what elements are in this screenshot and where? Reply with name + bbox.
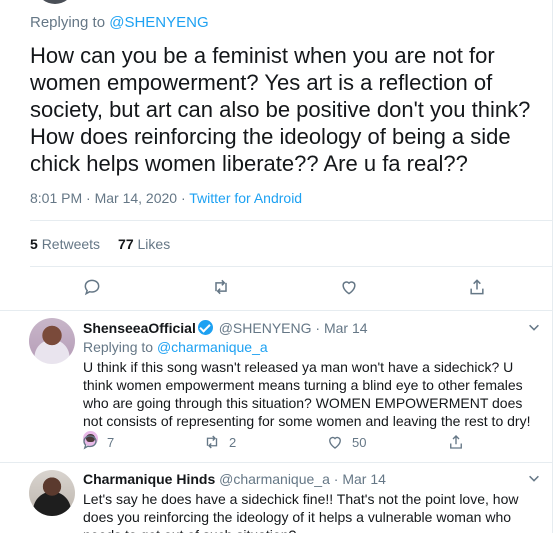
divider — [0, 310, 552, 311]
reply-button[interactable] — [81, 276, 103, 298]
divider — [0, 462, 552, 463]
tweet-text: How can you be a feminist when you are n… — [30, 43, 531, 176]
tweet-stats: 5 Retweets 77 Likes — [30, 236, 170, 252]
retweet-icon — [206, 435, 218, 449]
reply-icon — [84, 279, 100, 296]
retweet-button[interactable] — [210, 276, 232, 298]
like-count: 50 — [352, 434, 367, 450]
reply-button[interactable]: 7 — [81, 433, 114, 451]
replying-prefix: Replying to — [30, 14, 106, 31]
tweet-source-link[interactable]: Twitter for Android — [189, 190, 302, 206]
share-button[interactable] — [447, 433, 473, 451]
avatar[interactable] — [29, 318, 75, 364]
reply-text: Let's say he does have a sidechick fine!… — [83, 491, 519, 533]
like-button[interactable] — [338, 276, 360, 298]
retweets-count: 5 — [30, 236, 38, 252]
reply-icon — [83, 435, 97, 450]
divider — [30, 220, 552, 221]
reply-author-handle[interactable]: @SHENYENG — [219, 320, 312, 336]
like-button[interactable]: 50 — [326, 433, 366, 451]
retweets-label: Retweets — [41, 236, 101, 252]
replying-to-line: Replying to @SHENYENG — [30, 14, 209, 31]
like-icon — [342, 281, 356, 295]
retweets-stat[interactable]: 5 Retweets — [30, 236, 100, 252]
tweet-timestamp[interactable]: 8:01 PM · Mar 14, 2020 · — [30, 190, 189, 206]
retweet-button[interactable]: 2 — [203, 433, 236, 451]
replying-handle-link[interactable]: @SHENYENG — [109, 14, 208, 31]
share-icon — [470, 279, 484, 295]
reply-header: Charmanique Hinds @charmanique_a · Mar 1… — [83, 471, 386, 487]
more-options-button[interactable] — [527, 320, 541, 334]
verified-badge-icon — [197, 320, 213, 335]
likes-label: Likes — [137, 236, 171, 252]
author-avatar[interactable] — [38, 0, 72, 4]
reply-author-name[interactable]: ShenseeaOfficial — [83, 320, 196, 336]
reply-author-handle[interactable]: @charmanique_a — [219, 471, 330, 487]
reply-count: 7 — [107, 434, 115, 450]
tweet-meta: 8:01 PM · Mar 14, 2020 · Twitter for And… — [30, 190, 302, 206]
share-button[interactable] — [466, 276, 488, 298]
reply-author-name[interactable]: Charmanique Hinds — [83, 471, 215, 487]
reply-replying-to: Replying to @charmanique_a — [83, 339, 268, 355]
reply-date[interactable]: · Mar 14 — [334, 471, 386, 487]
replying-prefix: Replying to — [83, 339, 154, 355]
retweet-icon — [215, 279, 227, 295]
likes-stat[interactable]: 77 Likes — [118, 236, 170, 252]
reply-text: U think if this song wasn't released ya … — [83, 358, 545, 448]
share-icon — [450, 435, 462, 449]
reply-header: ShenseeaOfficial @SHENYENG · Mar 14 — [83, 320, 368, 336]
chevron-down-icon — [529, 475, 539, 482]
replying-handle-link[interactable]: @charmanique_a — [157, 339, 268, 355]
like-icon — [329, 436, 341, 449]
more-options-button[interactable] — [527, 471, 541, 485]
avatar[interactable] — [29, 470, 75, 516]
likes-count: 77 — [118, 236, 134, 252]
reply-date[interactable]: · Mar 14 — [315, 320, 367, 336]
reply-text-body: U think if this song wasn't released ya … — [83, 359, 531, 429]
tweet-thread: Replying to @SHENYENG How can you be a f… — [0, 0, 553, 533]
chevron-down-icon — [529, 324, 539, 331]
divider — [30, 266, 552, 267]
retweet-count: 2 — [229, 434, 237, 450]
